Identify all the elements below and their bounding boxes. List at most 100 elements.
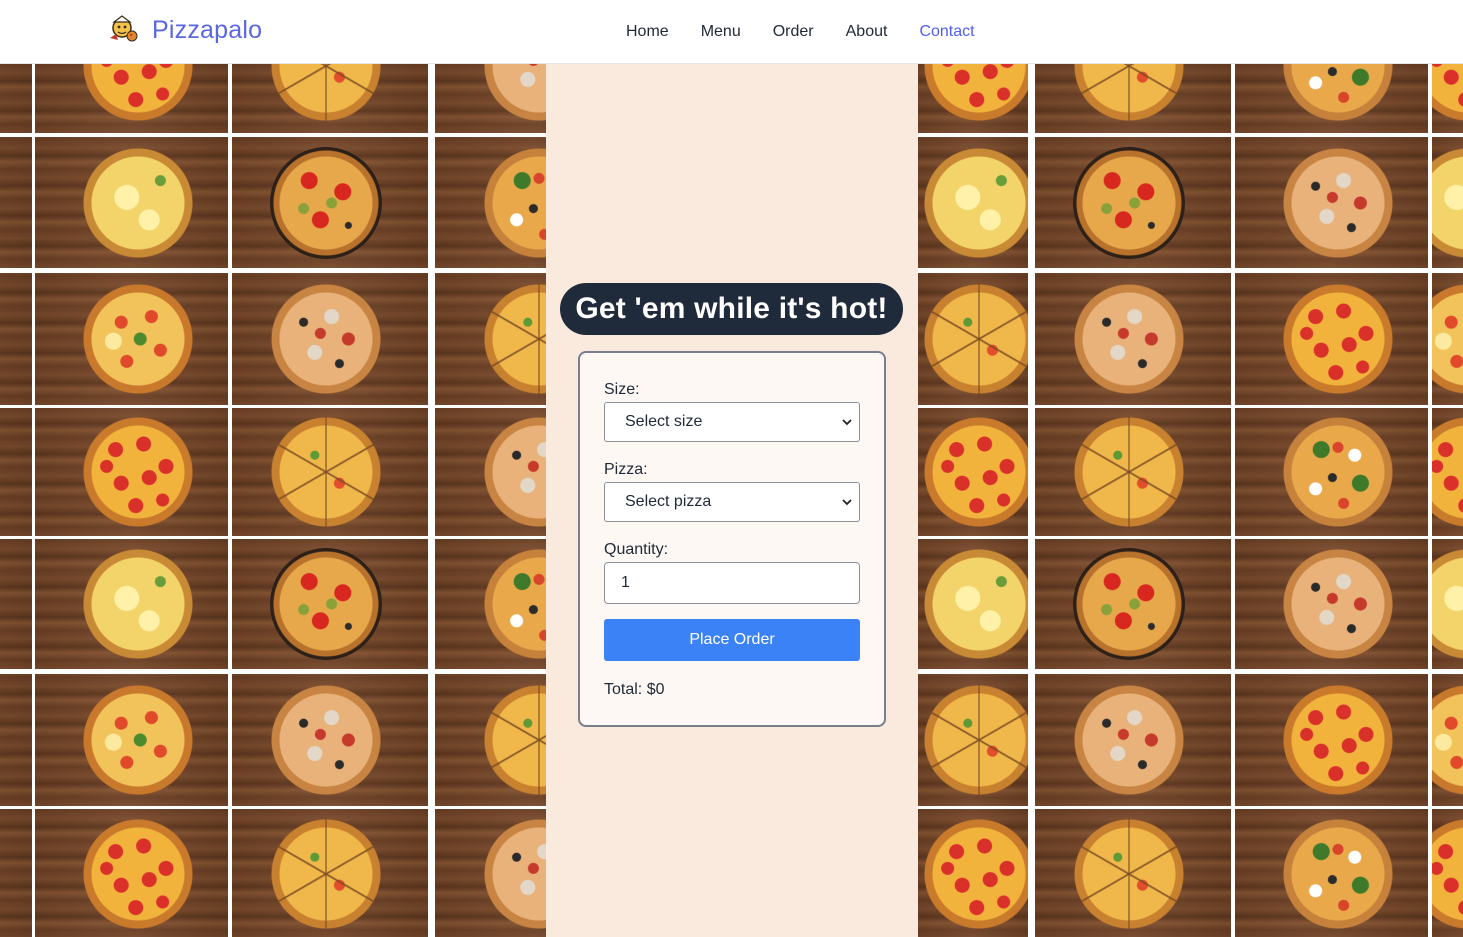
pizza-tile [35, 809, 228, 937]
pizza-tile [1235, 64, 1428, 133]
brand-name[interactable]: Pizzapalo [152, 16, 262, 45]
pizza-tile [1432, 408, 1463, 536]
pizza-tile [1035, 809, 1231, 937]
pizza-tile [0, 273, 32, 405]
pizza-tile [1035, 674, 1231, 806]
pizza-image [1281, 818, 1394, 930]
pizza-tile [1432, 64, 1463, 133]
nav-home[interactable]: Home [626, 22, 669, 42]
pizza-image [1073, 146, 1185, 259]
pizza-image [1432, 416, 1463, 528]
pizza-tile [232, 64, 428, 133]
pizza-tile [1035, 539, 1231, 669]
pizza-image [81, 64, 194, 122]
pizza-tile [0, 674, 32, 806]
pizza-tile [35, 408, 228, 536]
pizza-tile [1035, 408, 1231, 536]
pizza-image [1281, 64, 1394, 122]
pizza-image [1432, 548, 1463, 660]
pizza-tile [0, 64, 32, 133]
pizza-tile [918, 809, 1028, 937]
pizza-image [81, 818, 194, 930]
pizza-image [270, 818, 382, 930]
pizza-image [923, 146, 1028, 259]
pizza-tile [918, 674, 1028, 806]
pizza-tile [1235, 408, 1428, 536]
pizza-tile [1235, 674, 1428, 806]
hero-headline: Get 'em while it's hot! [560, 283, 903, 335]
pizza-label: Pizza: [604, 461, 648, 478]
pizza-tile [1035, 137, 1231, 268]
pizza-image [923, 684, 1028, 796]
pizza-tile [1235, 273, 1428, 405]
pizza-image [270, 64, 382, 122]
site-header: Pizzapalo Home Menu Order About Contact [0, 0, 1463, 64]
quantity-label: Quantity: [604, 541, 669, 558]
pizza-image [1281, 146, 1394, 259]
pizza-image [270, 684, 382, 796]
size-select[interactable]: Select size [604, 402, 860, 442]
pizza-image [1281, 548, 1394, 660]
pizza-image [1073, 818, 1185, 930]
pizza-tile [918, 273, 1028, 405]
pizza-tile [1432, 674, 1463, 806]
pizza-select-value: Select pizza [625, 493, 712, 510]
pizza-image [923, 818, 1028, 930]
pizza-tile [1035, 273, 1231, 405]
pizza-tile [1432, 809, 1463, 937]
order-form: Size: Select size Pizza: Select pizza Qu… [578, 351, 886, 727]
pizza-tile [35, 539, 228, 669]
pizza-image [1073, 684, 1185, 796]
pizza-tile [35, 137, 228, 268]
size-label: Size: [604, 381, 640, 398]
pizza-tile [1035, 64, 1231, 133]
pizza-image [923, 416, 1028, 528]
pizza-tile [232, 809, 428, 937]
pizza-tile [0, 408, 32, 536]
pizza-image [270, 548, 382, 660]
quantity-input[interactable]: 1 [604, 562, 860, 604]
nav-contact[interactable]: Contact [919, 22, 974, 42]
pizza-image [1432, 146, 1463, 259]
pizza-tile [918, 137, 1028, 268]
pizza-image [81, 416, 194, 528]
pizza-image [923, 283, 1028, 395]
pizza-tile [1432, 137, 1463, 268]
pizza-image [923, 548, 1028, 660]
pizza-image [81, 684, 194, 796]
pizza-chef-icon[interactable] [106, 14, 140, 44]
pizza-tile [0, 137, 32, 268]
nav-menu[interactable]: Menu [701, 22, 741, 42]
pizza-image [1281, 283, 1394, 395]
pizza-image [1281, 684, 1394, 796]
pizza-tile [918, 408, 1028, 536]
order-total: Total: $0 [604, 681, 665, 698]
pizza-image [81, 283, 194, 395]
pizza-image [1281, 416, 1394, 528]
quantity-value: 1 [621, 574, 630, 591]
pizza-tile [1432, 539, 1463, 669]
pizza-image [1073, 416, 1185, 528]
pizza-image [1073, 283, 1185, 395]
chevron-down-icon [842, 499, 852, 506]
pizza-tile [918, 539, 1028, 669]
nav-order[interactable]: Order [773, 22, 814, 42]
pizza-tile [35, 674, 228, 806]
pizza-image [1073, 548, 1185, 660]
pizza-tile [0, 539, 32, 669]
pizza-image [81, 548, 194, 660]
size-select-value: Select size [625, 413, 703, 430]
nav-about[interactable]: About [846, 22, 888, 42]
pizza-tile [232, 408, 428, 536]
pizza-tile [232, 137, 428, 268]
pizza-tile [232, 674, 428, 806]
place-order-button[interactable]: Place Order [604, 619, 860, 661]
pizza-image [1432, 818, 1463, 930]
pizza-tile [0, 809, 32, 937]
pizza-select[interactable]: Select pizza [604, 482, 860, 522]
pizza-image [1432, 64, 1463, 122]
pizza-image [1073, 64, 1185, 122]
pizza-tile [918, 64, 1028, 133]
pizza-tile [35, 273, 228, 405]
main-nav: Home Menu Order About Contact [626, 22, 1007, 42]
